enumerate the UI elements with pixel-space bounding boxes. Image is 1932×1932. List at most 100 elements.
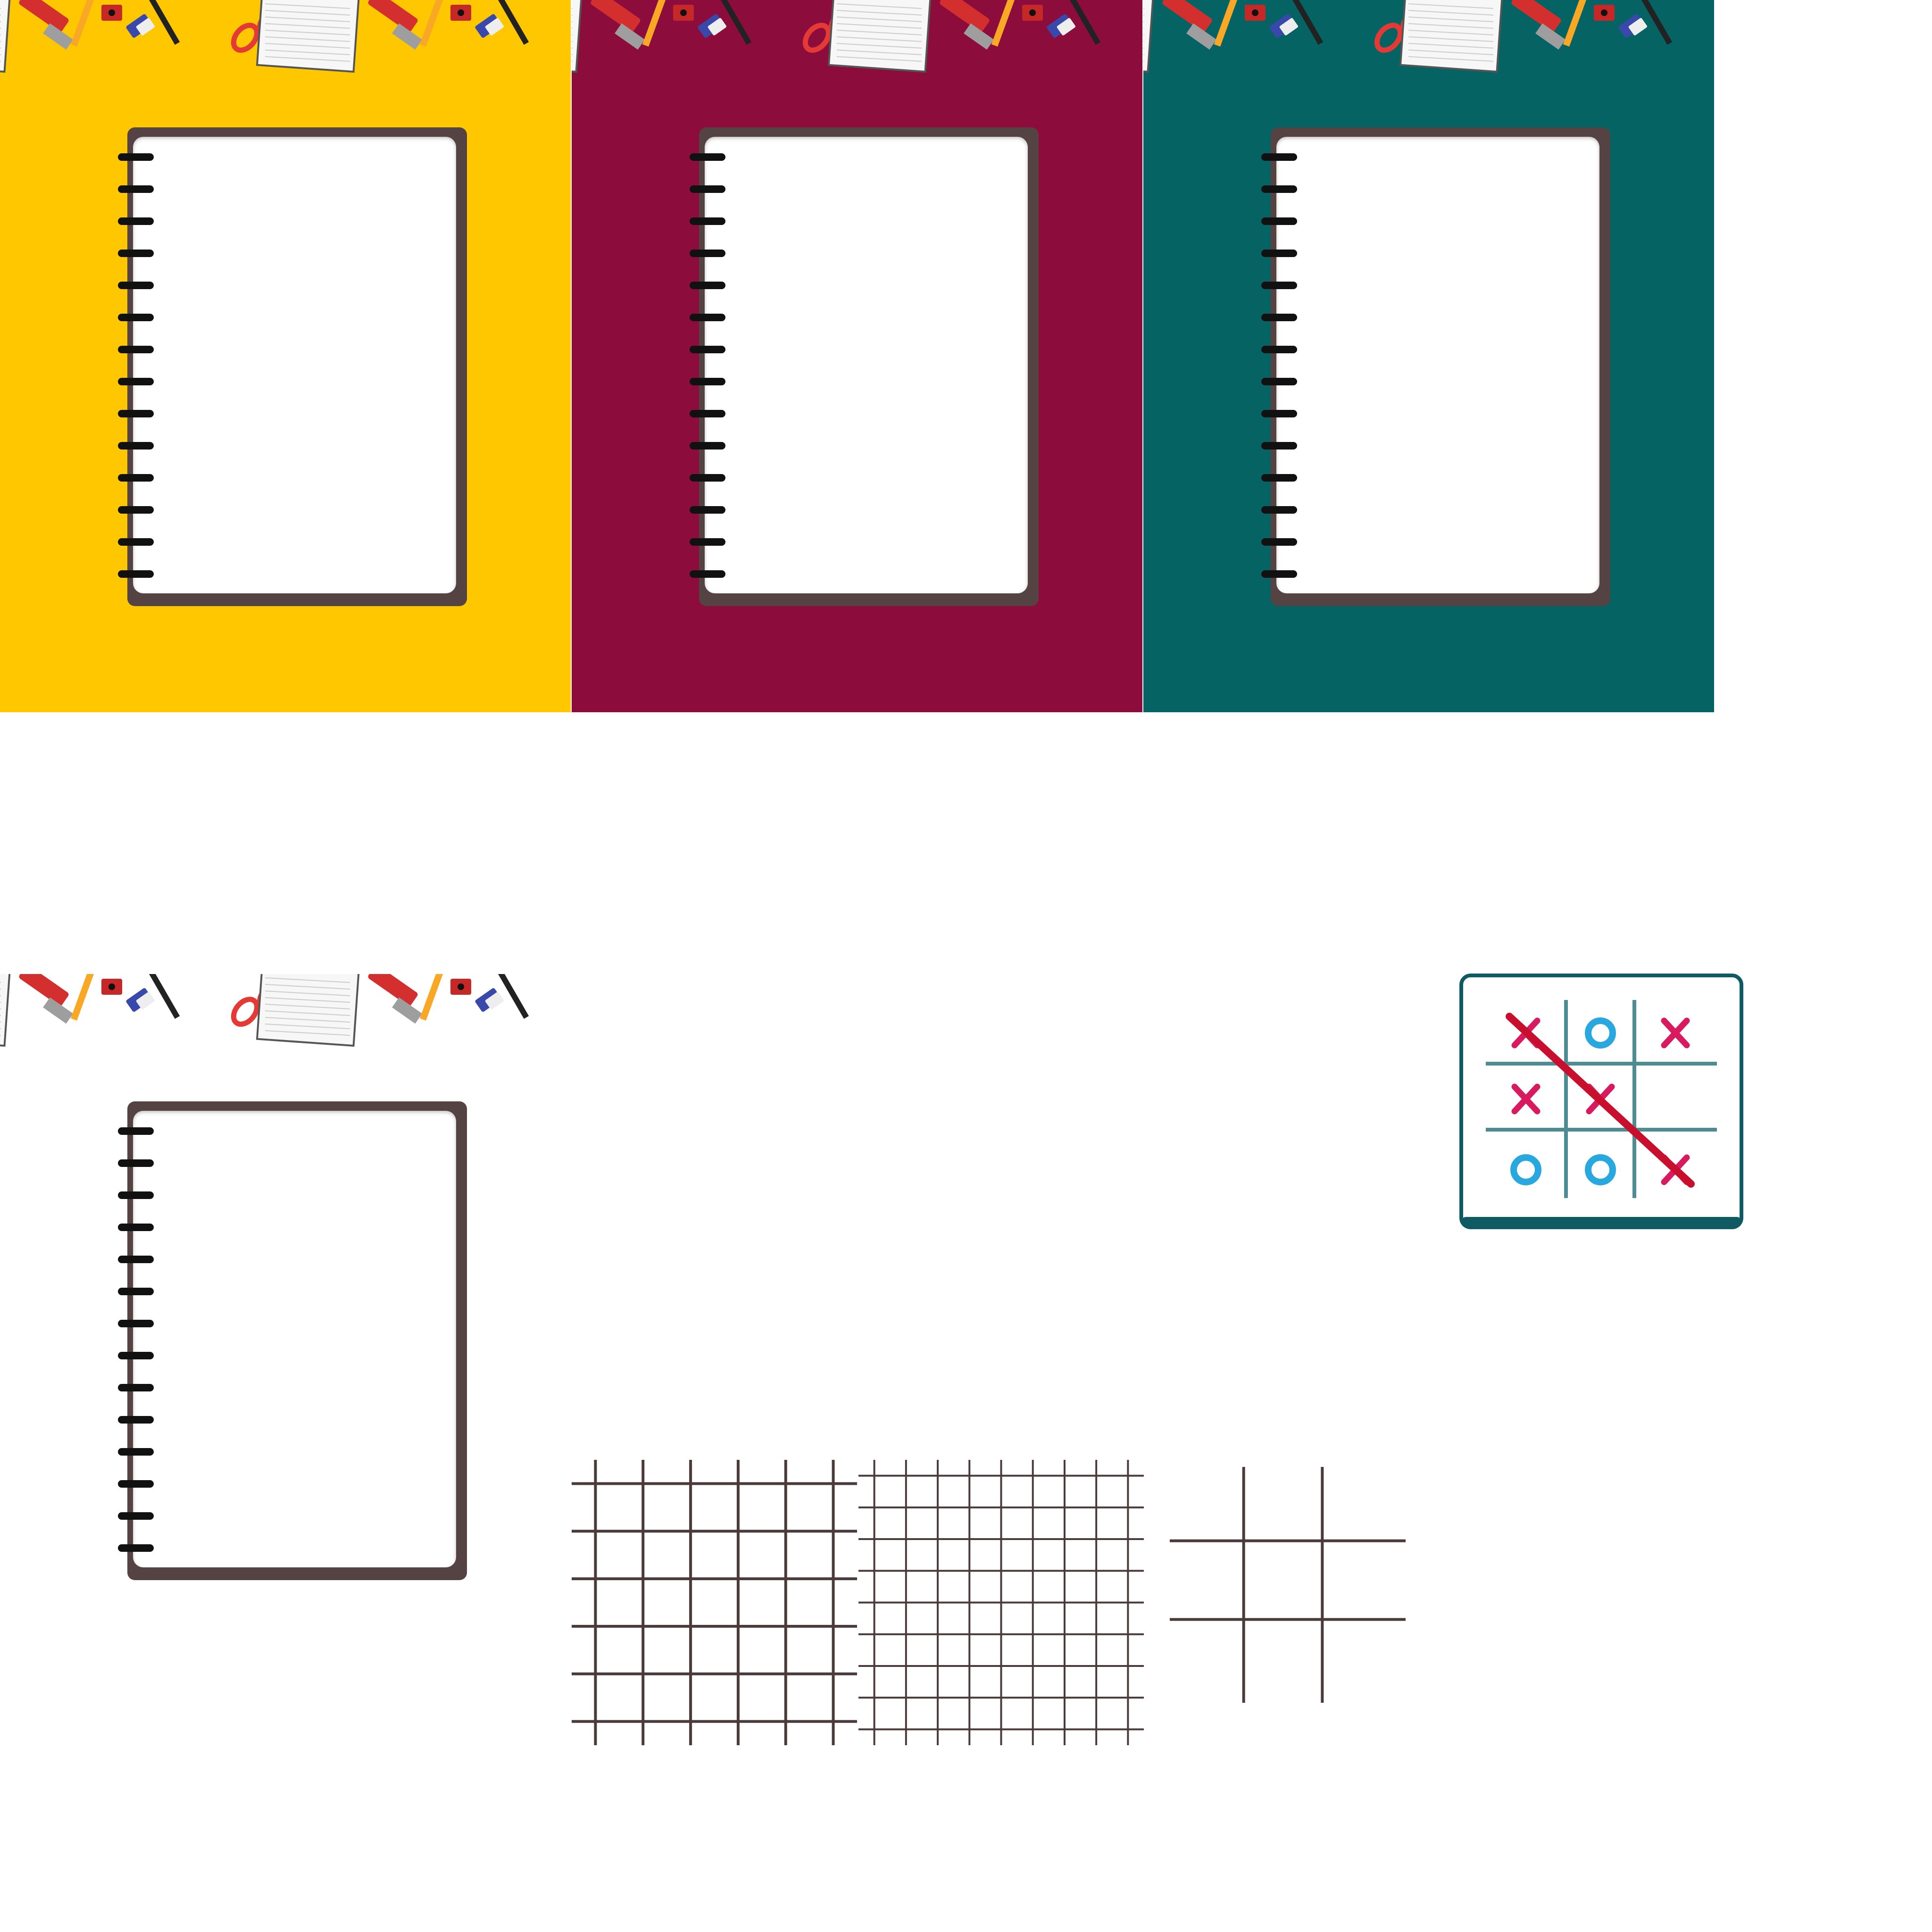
eraser-icon xyxy=(475,988,504,1012)
spiral-ring xyxy=(1261,410,1297,417)
spiral-ring xyxy=(690,378,725,385)
spiral-ring xyxy=(118,442,154,450)
notepad-icon xyxy=(1143,0,1154,73)
sharpener-icon xyxy=(1245,5,1266,21)
notebook-page xyxy=(133,137,456,593)
eraser-icon xyxy=(1047,14,1075,38)
sharpener-icon xyxy=(1594,5,1615,21)
sharpener-icon xyxy=(1022,5,1043,21)
spiral-ring xyxy=(118,1159,154,1167)
spiral-ring xyxy=(690,250,725,257)
grid-3x3 xyxy=(1170,1467,1406,1703)
notepad-icon xyxy=(256,0,360,73)
notepad-icon xyxy=(572,0,583,73)
notepad-icon xyxy=(827,0,932,73)
spiral-ring xyxy=(1261,250,1297,257)
spiral-ring xyxy=(1261,346,1297,353)
spiral-ring xyxy=(118,378,154,385)
sharpener-icon xyxy=(101,979,122,995)
spiral-ring xyxy=(118,1127,154,1135)
spiral-notebook xyxy=(118,1101,467,1580)
spiral-notebook xyxy=(118,127,467,606)
spiral-ring xyxy=(118,1384,154,1391)
sharpener-icon xyxy=(101,5,122,21)
spiral-ring xyxy=(118,346,154,353)
spiral-ring xyxy=(118,1352,154,1359)
utility-knife-icon xyxy=(368,0,423,50)
spiral-ring xyxy=(690,506,725,514)
spiral-ring xyxy=(690,442,725,450)
eraser-icon xyxy=(126,988,155,1012)
notepad-icon xyxy=(256,974,360,1047)
sharpener-icon xyxy=(450,5,471,21)
spiral-ring xyxy=(690,282,725,289)
spiral-ring xyxy=(690,217,725,225)
spiral-ring xyxy=(1261,442,1297,450)
spiral-ring xyxy=(118,1288,154,1295)
spiral-ring xyxy=(118,506,154,514)
spiral-notebook xyxy=(1261,127,1610,606)
spiral-ring xyxy=(118,1512,154,1520)
spiral-ring xyxy=(1261,282,1297,289)
spiral-ring xyxy=(118,570,154,578)
spiral-notebook xyxy=(690,127,1039,606)
eraser-icon xyxy=(475,14,504,38)
eraser-icon xyxy=(1618,14,1647,38)
spiral-ring xyxy=(118,314,154,321)
spiral-ring xyxy=(1261,538,1297,546)
school-supplies-border xyxy=(572,0,1101,73)
tic-tac-toe-board xyxy=(1459,974,1743,1229)
notebook-page xyxy=(705,137,1028,593)
school-supplies-border xyxy=(0,0,529,73)
spiral-ring xyxy=(1261,506,1297,514)
spiral-ring xyxy=(118,410,154,417)
crimson-notebook-panel xyxy=(572,0,1142,712)
spiral-ring xyxy=(1261,570,1297,578)
spiral-ring xyxy=(118,538,154,546)
grid-9x9 xyxy=(858,1460,1144,1745)
notepad-icon xyxy=(1399,0,1503,73)
spiral-ring xyxy=(690,185,725,193)
utility-knife-icon xyxy=(19,0,74,50)
eraser-icon xyxy=(698,14,726,38)
grid-6x6 xyxy=(572,1460,857,1745)
school-supplies-border xyxy=(0,974,529,1047)
school-supplies-border xyxy=(1143,0,1673,73)
pencil-icon xyxy=(991,0,1016,47)
spiral-ring xyxy=(118,1256,154,1263)
utility-knife-icon xyxy=(591,0,645,50)
spiral-ring xyxy=(118,217,154,225)
teal-notebook-panel xyxy=(1143,0,1714,712)
spiral-ring xyxy=(118,250,154,257)
eraser-icon xyxy=(1269,14,1298,38)
spiral-ring xyxy=(690,474,725,482)
spiral-ring xyxy=(118,282,154,289)
spiral-ring xyxy=(118,1480,154,1488)
notepad-icon xyxy=(0,0,11,73)
white-notebook-panel xyxy=(0,974,571,1686)
utility-knife-icon xyxy=(940,0,994,50)
utility-knife-icon xyxy=(1511,0,1566,50)
spiral-ring xyxy=(118,153,154,161)
spiral-ring xyxy=(1261,378,1297,385)
notebook-page xyxy=(133,1111,456,1567)
pencil-icon xyxy=(419,0,444,47)
spiral-ring xyxy=(118,1544,154,1552)
yellow-notebook-panel xyxy=(0,0,571,712)
pencil-icon xyxy=(70,974,95,1021)
eraser-icon xyxy=(126,14,155,38)
sharpener-icon xyxy=(673,5,694,21)
pencil-icon xyxy=(642,0,666,47)
spiral-ring xyxy=(1261,217,1297,225)
spiral-ring xyxy=(1261,314,1297,321)
spiral-ring xyxy=(690,153,725,161)
sharpener-icon xyxy=(450,979,471,995)
spiral-ring xyxy=(690,570,725,578)
spiral-ring xyxy=(118,1320,154,1327)
spiral-ring xyxy=(118,1448,154,1456)
spiral-ring xyxy=(690,538,725,546)
pencil-icon xyxy=(419,974,444,1021)
spiral-ring xyxy=(118,1416,154,1424)
notebook-page xyxy=(1276,137,1599,593)
spiral-ring xyxy=(118,1191,154,1199)
